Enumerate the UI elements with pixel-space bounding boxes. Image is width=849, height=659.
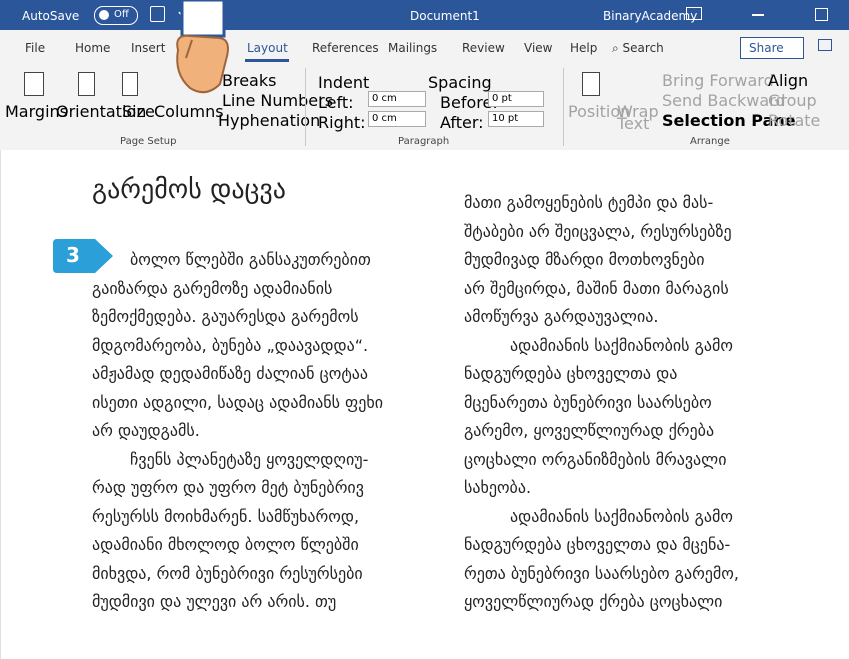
text-line: ბოლო წლებში განსაკუთრებით xyxy=(130,250,371,269)
align-button[interactable]: Align xyxy=(768,71,808,90)
group-divider xyxy=(563,68,564,146)
space-before-field[interactable]: 0 pt xyxy=(488,91,544,107)
size-button[interactable]: Size xyxy=(122,102,155,121)
share-label: Share xyxy=(749,41,784,55)
text-line: შტაბები არ შეიცვალა, რესურსებზე xyxy=(464,221,732,241)
wrap-text-label: Text xyxy=(617,114,650,133)
maximize-icon[interactable] xyxy=(815,8,828,21)
text-line: სახეობა. xyxy=(464,478,532,497)
text-line: გარემო, ყოველწლიურად ქრება xyxy=(464,421,715,440)
spacing-label: Spacing xyxy=(428,73,492,92)
tab-layout[interactable]: Layout xyxy=(247,41,288,55)
text-line: რეთა ბუნებრივი საარსებო გარემო, xyxy=(464,563,739,583)
bring-forward-button[interactable]: Bring Forward xyxy=(662,71,774,90)
text-line: რად უფრო და უფრო მეტ ბუნებრივ xyxy=(92,478,364,497)
tab-references[interactable]: References xyxy=(312,41,379,55)
text-line: ნადგურდება ცხოველთა და xyxy=(464,364,678,383)
text-line: ნადგურდება ცხოველთა და მცენა- xyxy=(464,535,731,554)
space-after-value: 10 pt xyxy=(492,113,519,124)
autosave-toggle[interactable]: Off xyxy=(94,6,138,25)
margins-icon[interactable] xyxy=(24,72,44,96)
left-indent-value: 0 cm xyxy=(372,93,397,104)
text-line: მიხვდა, რომ ბუნებრივი რესურსები xyxy=(92,563,363,583)
text-line: ამჟამად დედამიწაზე ძალიან ცოტაა xyxy=(92,364,369,383)
text-line: მდგომარეობა, ბუნება „დაავადდა“. xyxy=(92,335,369,355)
tab-help[interactable]: Help xyxy=(570,41,597,55)
tab-home[interactable]: Home xyxy=(75,41,110,55)
ribbon-tabs: File Home Insert Layout References Maili… xyxy=(0,30,849,62)
ribbon-display-icon[interactable] xyxy=(686,7,702,20)
minimize-icon[interactable] xyxy=(752,14,764,16)
text-line: მათი გამოყენების ტემპი და მას- xyxy=(464,193,714,212)
text-line: ცოცხალი ორგანიზმების მრავალი xyxy=(464,449,727,469)
left-indent-field[interactable]: 0 cm xyxy=(368,91,426,107)
text-line: რესურსს მოიხმარენ. სამწუხაროდ, xyxy=(92,506,360,526)
comment-icon[interactable] xyxy=(818,39,832,51)
paragraph-group-label: Paragraph xyxy=(398,136,450,147)
left-indent-label: Left: xyxy=(318,93,354,112)
search-icon: ⌕ xyxy=(612,41,623,55)
text-line: გაიზარდა გარემოზე ადამიანის xyxy=(92,278,333,298)
text-line: ყოველწლიურად ქრება ცოცხალი xyxy=(464,592,723,611)
toggle-knob xyxy=(99,10,109,20)
right-indent-value: 0 cm xyxy=(372,113,397,124)
group-divider xyxy=(305,68,306,146)
rotate-button[interactable]: Rotate xyxy=(768,111,820,130)
document-name: Document1 xyxy=(410,9,480,23)
arrange-group-label: Arrange xyxy=(690,136,730,147)
space-after-field[interactable]: 10 pt xyxy=(488,111,544,127)
tab-file[interactable]: File xyxy=(25,41,45,55)
title-bar: AutoSave Off ↶ Document1 BinaryAcademy xyxy=(0,0,849,30)
size-icon[interactable] xyxy=(122,72,138,96)
text-line: მცენარეთა ბუნებრივი საარსებო xyxy=(464,392,712,412)
text-line: ჩვენს პლანეტაზე ყოველდღიუ- xyxy=(130,449,369,469)
text-line: მუდმივი და ულევი არ არის. თუ xyxy=(92,592,337,611)
right-indent-field[interactable]: 0 cm xyxy=(368,111,426,127)
text-line: ისეთი ადგილი, სადაც ადამიანს ფეხი xyxy=(92,392,384,412)
page-title: გარემოს დაცვა xyxy=(92,175,286,205)
after-label: After: xyxy=(440,113,484,132)
autosave-label: AutoSave xyxy=(22,9,80,23)
search-label: Search xyxy=(622,41,664,55)
text-line: ადამიანი მხოლოდ ბოლო წლებში xyxy=(92,535,359,554)
pointing-hand-icon xyxy=(176,0,229,94)
search-box[interactable]: ⌕ Search xyxy=(612,41,664,56)
tab-view[interactable]: View xyxy=(524,41,552,55)
text-line: არ დაუდგამს. xyxy=(92,421,200,440)
toggle-label: Off xyxy=(114,9,129,20)
text-line: არ შემცირდა, მაშინ მათი მარაგის xyxy=(464,278,729,298)
text-line: ადამიანის საქმიანობის გამო xyxy=(510,335,733,355)
indent-label: Indent xyxy=(318,73,370,92)
tab-review[interactable]: Review xyxy=(462,41,505,55)
orientation-icon[interactable] xyxy=(78,72,95,96)
position-icon[interactable] xyxy=(582,72,600,96)
page-setup-group-label: Page Setup xyxy=(120,136,177,147)
group-button[interactable]: Group xyxy=(768,91,817,110)
lesson-number-badge xyxy=(53,239,113,273)
text-line: ადამიანის საქმიანობის გამო xyxy=(510,506,733,526)
space-before-value: 0 pt xyxy=(492,93,512,104)
tab-mailings[interactable]: Mailings xyxy=(388,41,437,55)
user-name[interactable]: BinaryAcademy xyxy=(603,9,697,23)
share-button[interactable]: Share xyxy=(740,37,804,59)
columns-button[interactable]: Columns xyxy=(154,102,224,121)
right-indent-label: Right: xyxy=(318,113,366,132)
text-line: ზემოქმედება. გაუარესდა გარემოს xyxy=(92,307,359,326)
text-line: მუდმივად მზარდი მოთხოვნები xyxy=(464,250,705,269)
text-line: ამოწურვა გარდაუვალია. xyxy=(464,307,659,326)
